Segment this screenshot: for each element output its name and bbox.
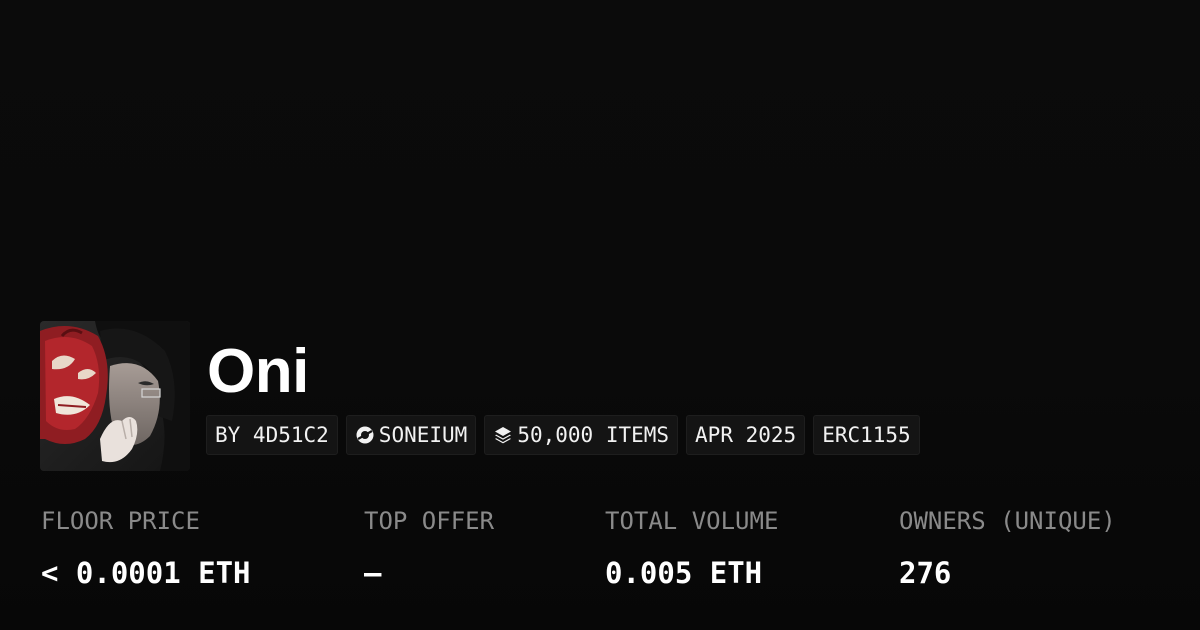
stat-owners: OWNERS (UNIQUE) 276 [899,503,1116,593]
collection-avatar [40,321,190,471]
floor-price-label: FLOOR PRICE [41,507,200,535]
total-volume-label: TOTAL VOLUME [605,507,779,535]
soneium-logo-icon [355,425,375,445]
stat-floor-price: FLOOR PRICE < 0.0001 ETH [41,503,251,593]
owners-value: 276 [899,556,952,590]
oni-mask-artwork-icon [40,321,190,471]
top-offer-value: — [364,556,382,590]
creator-tag[interactable]: BY 4D51C2 [206,415,338,455]
standard-label: ERC1155 [822,423,911,447]
items-label: 50,000 ITEMS [517,423,670,447]
floor-price-value: < 0.0001 ETH [41,556,251,590]
creator-label: BY 4D51C2 [215,423,329,447]
date-tag: APR 2025 [686,415,806,455]
owners-label: OWNERS (UNIQUE) [899,507,1116,535]
collection-tags: BY 4D51C2 SONEIUM 50,000 ITEMS APR 2025 … [206,415,920,455]
collection-card: Oni BY 4D51C2 SONEIUM 50,000 ITEMS APR 2… [0,0,1200,630]
stat-top-offer: TOP OFFER — [364,503,494,593]
stat-total-volume: TOTAL VOLUME 0.005 ETH [605,503,778,593]
items-tag[interactable]: 50,000 ITEMS [484,415,679,455]
chain-tag[interactable]: SONEIUM [345,415,477,455]
total-volume-value: 0.005 ETH [605,556,763,590]
standard-tag: ERC1155 [813,415,920,455]
layers-icon [493,425,513,445]
collection-title: Oni [207,337,309,406]
top-offer-label: TOP OFFER [364,507,495,535]
chain-label: SONEIUM [378,423,468,447]
date-label: APR 2025 [695,423,797,447]
